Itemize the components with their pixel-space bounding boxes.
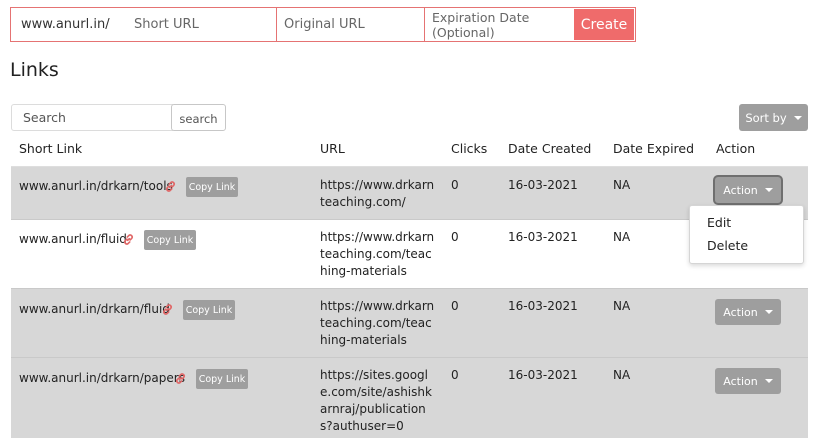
url-text: https://www.drkarnteaching.com/ bbox=[320, 178, 435, 209]
action-dropdown-menu: Edit Delete bbox=[689, 205, 804, 264]
action-label: Action bbox=[723, 305, 758, 319]
search-input[interactable]: Search bbox=[11, 104, 173, 131]
action-button[interactable]: Action bbox=[715, 177, 781, 203]
url-text: https://sites.google.com/site/ashishkarn… bbox=[320, 368, 432, 433]
delete-menu-item[interactable]: Delete bbox=[707, 238, 748, 253]
link-icon bbox=[163, 304, 172, 315]
copy-link-button[interactable]: Copy Link bbox=[183, 300, 235, 320]
clicks-count: 0 bbox=[451, 178, 459, 192]
link-icon bbox=[166, 181, 175, 192]
clicks-count: 0 bbox=[451, 230, 459, 244]
search-button[interactable]: search bbox=[171, 104, 226, 131]
sort-by-label: Sort by bbox=[745, 110, 787, 125]
date-created: 16-03-2021 bbox=[508, 299, 578, 313]
column-header-action: Action bbox=[716, 141, 756, 156]
date-expired: NA bbox=[613, 368, 631, 382]
table-row: www.anurl.in/drkarn/papers Copy Link htt… bbox=[11, 358, 808, 438]
table-row: www.anurl.in/drkarn/fluid Copy Link http… bbox=[11, 289, 808, 358]
column-header-url: URL bbox=[320, 141, 345, 156]
clicks-count: 0 bbox=[451, 368, 459, 382]
date-created: 16-03-2021 bbox=[508, 230, 578, 244]
link-icon bbox=[124, 234, 133, 245]
action-button[interactable]: Action bbox=[715, 368, 781, 394]
edit-menu-item[interactable]: Edit bbox=[707, 215, 731, 230]
action-button[interactable]: Action bbox=[715, 299, 781, 325]
date-expired: NA bbox=[613, 178, 631, 192]
copy-link-button[interactable]: Copy Link bbox=[144, 230, 196, 250]
caret-down-icon bbox=[764, 379, 773, 383]
date-created: 16-03-2021 bbox=[508, 178, 578, 192]
create-link-form: www.anurl.in/ Short URL Original URL Exp… bbox=[10, 7, 636, 42]
short-url-input[interactable]: Short URL bbox=[124, 8, 276, 41]
column-header-date-created: Date Created bbox=[508, 141, 592, 156]
action-label: Action bbox=[723, 183, 758, 197]
url-text: https://www.drkarnteaching.com/teaching-… bbox=[320, 230, 435, 278]
page-title: Links bbox=[10, 59, 59, 81]
short-link-text[interactable]: www.anurl.in/drkarn/tools bbox=[19, 178, 173, 195]
short-link-text[interactable]: www.anurl.in/drkarn/fluid bbox=[19, 301, 170, 318]
url-text: https://www.drkarnteaching.com/teaching-… bbox=[320, 299, 435, 347]
date-created: 16-03-2021 bbox=[508, 368, 578, 382]
clicks-count: 0 bbox=[451, 299, 459, 313]
domain-prefix: www.anurl.in/ bbox=[21, 17, 110, 32]
original-url-input[interactable]: Original URL bbox=[276, 8, 424, 41]
date-expired: NA bbox=[613, 299, 631, 313]
short-link-text[interactable]: www.anurl.in/drkarn/papers bbox=[19, 370, 185, 387]
short-link-text[interactable]: www.anurl.in/fluid bbox=[19, 231, 127, 248]
sort-by-button[interactable]: Sort by bbox=[739, 104, 808, 131]
date-expired: NA bbox=[613, 230, 631, 244]
column-header-date-expired: Date Expired bbox=[613, 141, 695, 156]
caret-down-icon bbox=[764, 310, 773, 314]
link-icon bbox=[176, 373, 185, 384]
action-label: Action bbox=[723, 374, 758, 388]
copy-link-button[interactable]: Copy Link bbox=[196, 369, 248, 389]
column-header-clicks: Clicks bbox=[451, 141, 488, 156]
copy-link-button[interactable]: Copy Link bbox=[186, 177, 238, 197]
column-header-short-link: Short Link bbox=[19, 141, 83, 156]
caret-down-icon bbox=[764, 188, 773, 192]
caret-down-icon bbox=[793, 115, 802, 120]
create-button[interactable]: Create bbox=[574, 9, 634, 40]
expiration-date-input[interactable]: Expiration Date (Optional) bbox=[424, 8, 574, 41]
